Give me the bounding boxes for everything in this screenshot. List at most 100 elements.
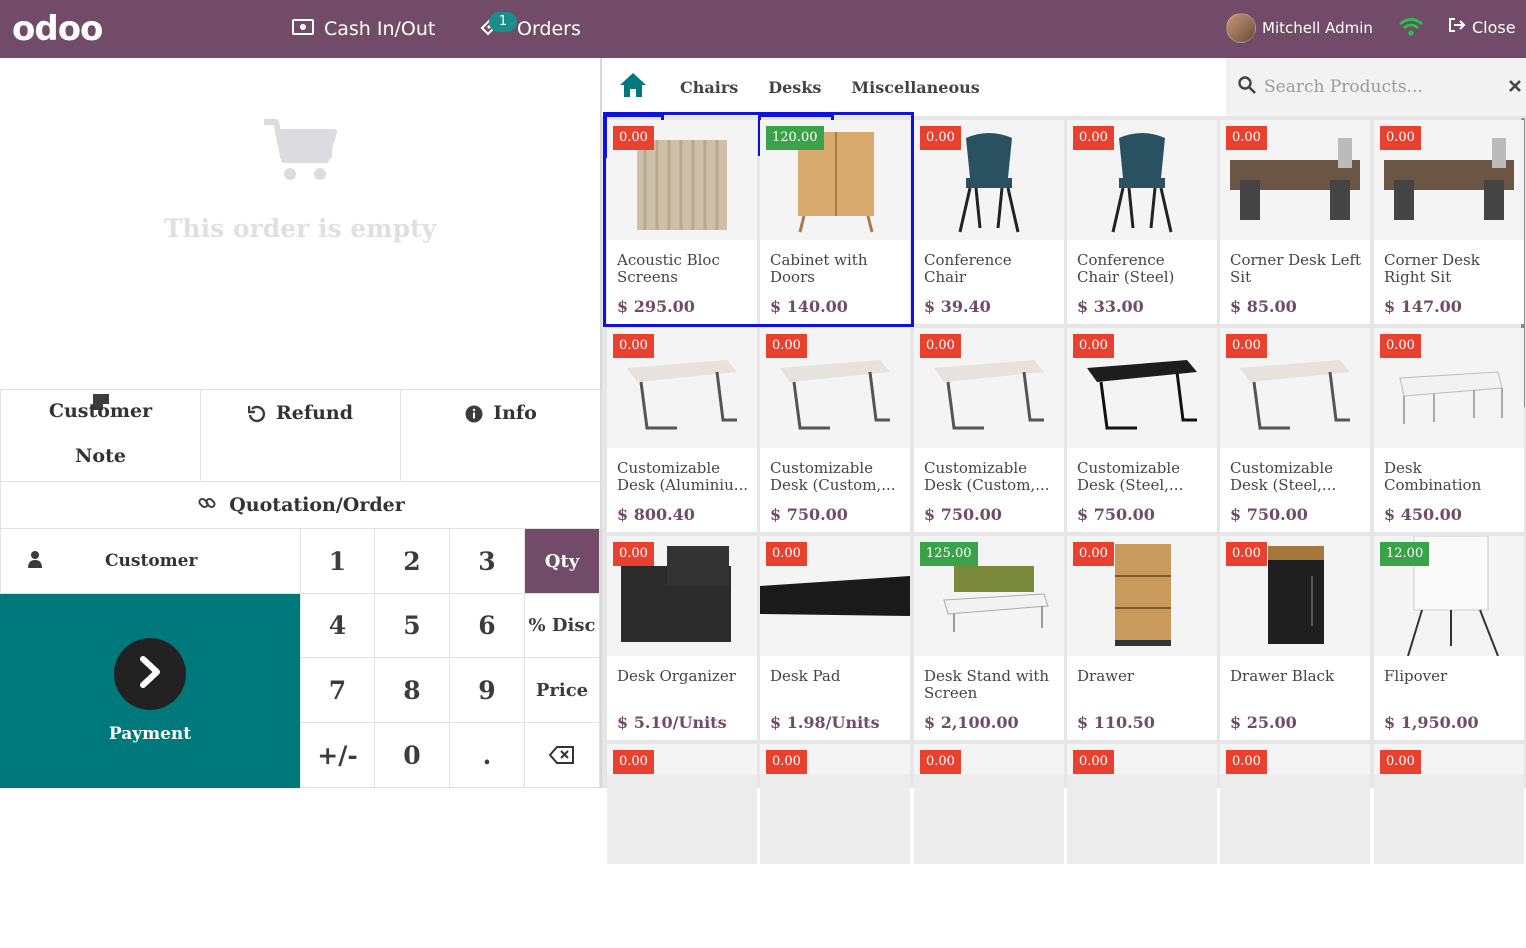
product-name: Desk Organizer xyxy=(617,668,736,685)
numpad-key-4[interactable]: 4 xyxy=(300,593,375,658)
product-name: Customizable Desk (Steel,... xyxy=(1230,460,1337,494)
numpad-key-7[interactable]: 7 xyxy=(300,657,375,723)
product-card[interactable]: 0.00 Acoustic Bloc Screens $ 295.00 xyxy=(607,120,757,324)
numpad-key-9[interactable]: 9 xyxy=(449,657,525,723)
product-card[interactable]: 12.00 Flipover $ 1,950.00 xyxy=(1374,536,1524,740)
product-name: Conference Chair (Steel) xyxy=(1077,252,1175,286)
product-price: $ 33.00 xyxy=(1077,297,1144,316)
category-desks[interactable]: Desks xyxy=(768,78,821,97)
wifi-icon xyxy=(1398,17,1424,41)
numpad-backspace[interactable] xyxy=(524,722,600,788)
numpad-price-mode[interactable]: Price xyxy=(524,657,600,723)
shopping-cart-icon xyxy=(262,119,338,188)
product-name: Desk Pad xyxy=(770,668,841,685)
search-input[interactable] xyxy=(1264,77,1484,97)
product-price: $ 25.00 xyxy=(1230,713,1297,732)
product-card[interactable]: 0.00 xyxy=(1067,744,1217,948)
customer-button[interactable]: Customer xyxy=(0,528,301,594)
stock-badge: 0.00 xyxy=(1226,126,1267,150)
stock-badge: 0.00 xyxy=(1073,126,1114,150)
stock-badge: 0.00 xyxy=(613,334,654,358)
user-icon xyxy=(27,550,43,572)
product-price: $ 85.00 xyxy=(1230,297,1297,316)
product-card[interactable]: 0.00 Customizable Desk (Aluminiu... $ 800.… xyxy=(607,328,757,532)
product-card[interactable]: 0.00 Customizable Desk (Custom,... $ 750.0… xyxy=(914,328,1064,532)
product-card[interactable]: 0.00 Corner Desk Left Sit $ 85.00 xyxy=(1220,120,1370,324)
close-button[interactable]: Close xyxy=(1448,17,1516,37)
numpad-key-6[interactable]: 6 xyxy=(449,593,525,658)
chevron-right-icon xyxy=(137,655,163,693)
quotation-order-button[interactable]: Quotation/Order xyxy=(0,481,602,529)
clear-search-icon[interactable] xyxy=(1508,78,1522,97)
product-name: Corner Desk Right Sit xyxy=(1384,252,1480,286)
user-menu[interactable]: Mitchell Admin xyxy=(1226,13,1373,43)
stock-badge: 0.00 xyxy=(1380,126,1421,150)
product-price: $ 750.00 xyxy=(770,505,848,524)
category-bar: Chairs Desks Miscellaneous xyxy=(602,58,1226,116)
product-price: $ 1.98/Units xyxy=(770,713,880,732)
category-chairs[interactable]: Chairs xyxy=(680,78,738,97)
refund-button[interactable]: Refund xyxy=(200,389,401,482)
payment-button[interactable]: Payment xyxy=(0,594,300,788)
product-card[interactable]: 0.00 Customizable Desk (Steel,... $ 750.00 xyxy=(1220,328,1370,532)
numpad-decimal[interactable]: . xyxy=(449,722,525,788)
product-card[interactable]: 125.00 Desk Stand with Screen $ 2,100.00 xyxy=(914,536,1064,740)
product-card[interactable]: 0.00 Conference Chair (Steel) $ 33.00 xyxy=(1067,120,1217,324)
product-card[interactable]: 0.00 xyxy=(1220,744,1370,948)
product-card[interactable]: 0.00 xyxy=(914,744,1064,948)
product-name: Desk Combination xyxy=(1384,460,1482,494)
product-card[interactable]: 0.00 Conference Chair (Aluminium) $ 39.40 xyxy=(914,120,1064,324)
product-name: Corner Desk Left Sit xyxy=(1230,252,1362,286)
cash-in-out-button[interactable]: Cash In/Out xyxy=(292,16,435,42)
numpad-disc-mode[interactable]: % Disc xyxy=(524,593,600,658)
product-card[interactable]: 0.00 Desk Pad $ 1.98/Units xyxy=(760,536,910,740)
stock-badge: 0.00 xyxy=(1380,334,1421,358)
product-card[interactable]: 0.00 Customizable Desk (Custom,... $ 750.0… xyxy=(760,328,910,532)
numpad-qty-mode[interactable]: Qty xyxy=(524,528,600,594)
product-price: $ 450.00 xyxy=(1384,505,1462,524)
product-card[interactable]: 0.00 Customizable Desk (Steel,... $ 750.00 xyxy=(1067,328,1217,532)
info-button[interactable]: Info xyxy=(400,389,602,482)
customer-note-label: Customer Note xyxy=(48,399,153,467)
numpad-key-8[interactable]: 8 xyxy=(374,657,450,723)
cash-in-out-label: Cash In/Out xyxy=(324,18,436,40)
product-card[interactable]: 0.00 xyxy=(760,744,910,948)
stock-badge: 0.00 xyxy=(1073,750,1114,774)
product-card[interactable]: 0.00 Desk Combination $ 450.00 xyxy=(1374,328,1524,532)
product-price: $ 2,100.00 xyxy=(924,713,1019,732)
orders-count-badge: 1 xyxy=(489,12,517,32)
product-name: Customizable Desk (Aluminiu... xyxy=(617,460,749,494)
stock-badge: 0.00 xyxy=(613,126,654,150)
product-price: $ 140.00 xyxy=(770,297,848,316)
customer-note-button[interactable]: Customer Note xyxy=(0,389,201,482)
numpad-key-5[interactable]: 5 xyxy=(374,593,450,658)
top-bar: odoo Cash In/Out Orders 1 Mitchell Admin… xyxy=(0,0,1526,58)
avatar xyxy=(1226,13,1256,43)
product-card[interactable]: 0.00 Drawer $ 110.50 xyxy=(1067,536,1217,740)
stock-badge: 0.00 xyxy=(920,334,961,358)
numpad-plus-minus[interactable]: +/- xyxy=(300,722,375,788)
product-card[interactable]: 0.00 Corner Desk Right Sit $ 147.00 xyxy=(1374,120,1524,324)
product-card[interactable]: 0.00 Desk Organizer $ 5.10/Units xyxy=(607,536,757,740)
product-price: $ 110.50 xyxy=(1077,713,1155,732)
stock-badge: 125.00 xyxy=(920,542,978,566)
product-card[interactable]: 0.00 xyxy=(607,744,757,948)
numpad-key-0[interactable]: 0 xyxy=(374,722,450,788)
product-card[interactable]: 120.00 Cabinet with Doors $ 140.00 xyxy=(760,120,910,324)
numpad-key-3[interactable]: 3 xyxy=(449,528,525,594)
numpad-key-1[interactable]: 1 xyxy=(300,528,375,594)
stock-badge: 0.00 xyxy=(1226,542,1267,566)
product-card[interactable]: 0.00 Drawer Black $ 25.00 xyxy=(1220,536,1370,740)
product-price: $ 295.00 xyxy=(617,297,695,316)
info-icon xyxy=(465,405,483,427)
product-card[interactable]: 0.00 xyxy=(1374,744,1524,948)
undo-icon xyxy=(247,405,266,427)
home-category-button[interactable] xyxy=(618,72,648,102)
product-price: $ 750.00 xyxy=(1077,505,1155,524)
product-name xyxy=(1077,876,1209,910)
category-miscellaneous[interactable]: Miscellaneous xyxy=(851,78,979,97)
numpad-key-2[interactable]: 2 xyxy=(374,528,450,594)
product-name xyxy=(1230,876,1362,910)
product-name: Customizable Desk (Steel,... xyxy=(1077,460,1184,494)
product-name: Conference Chair (Aluminium) xyxy=(924,252,1018,286)
